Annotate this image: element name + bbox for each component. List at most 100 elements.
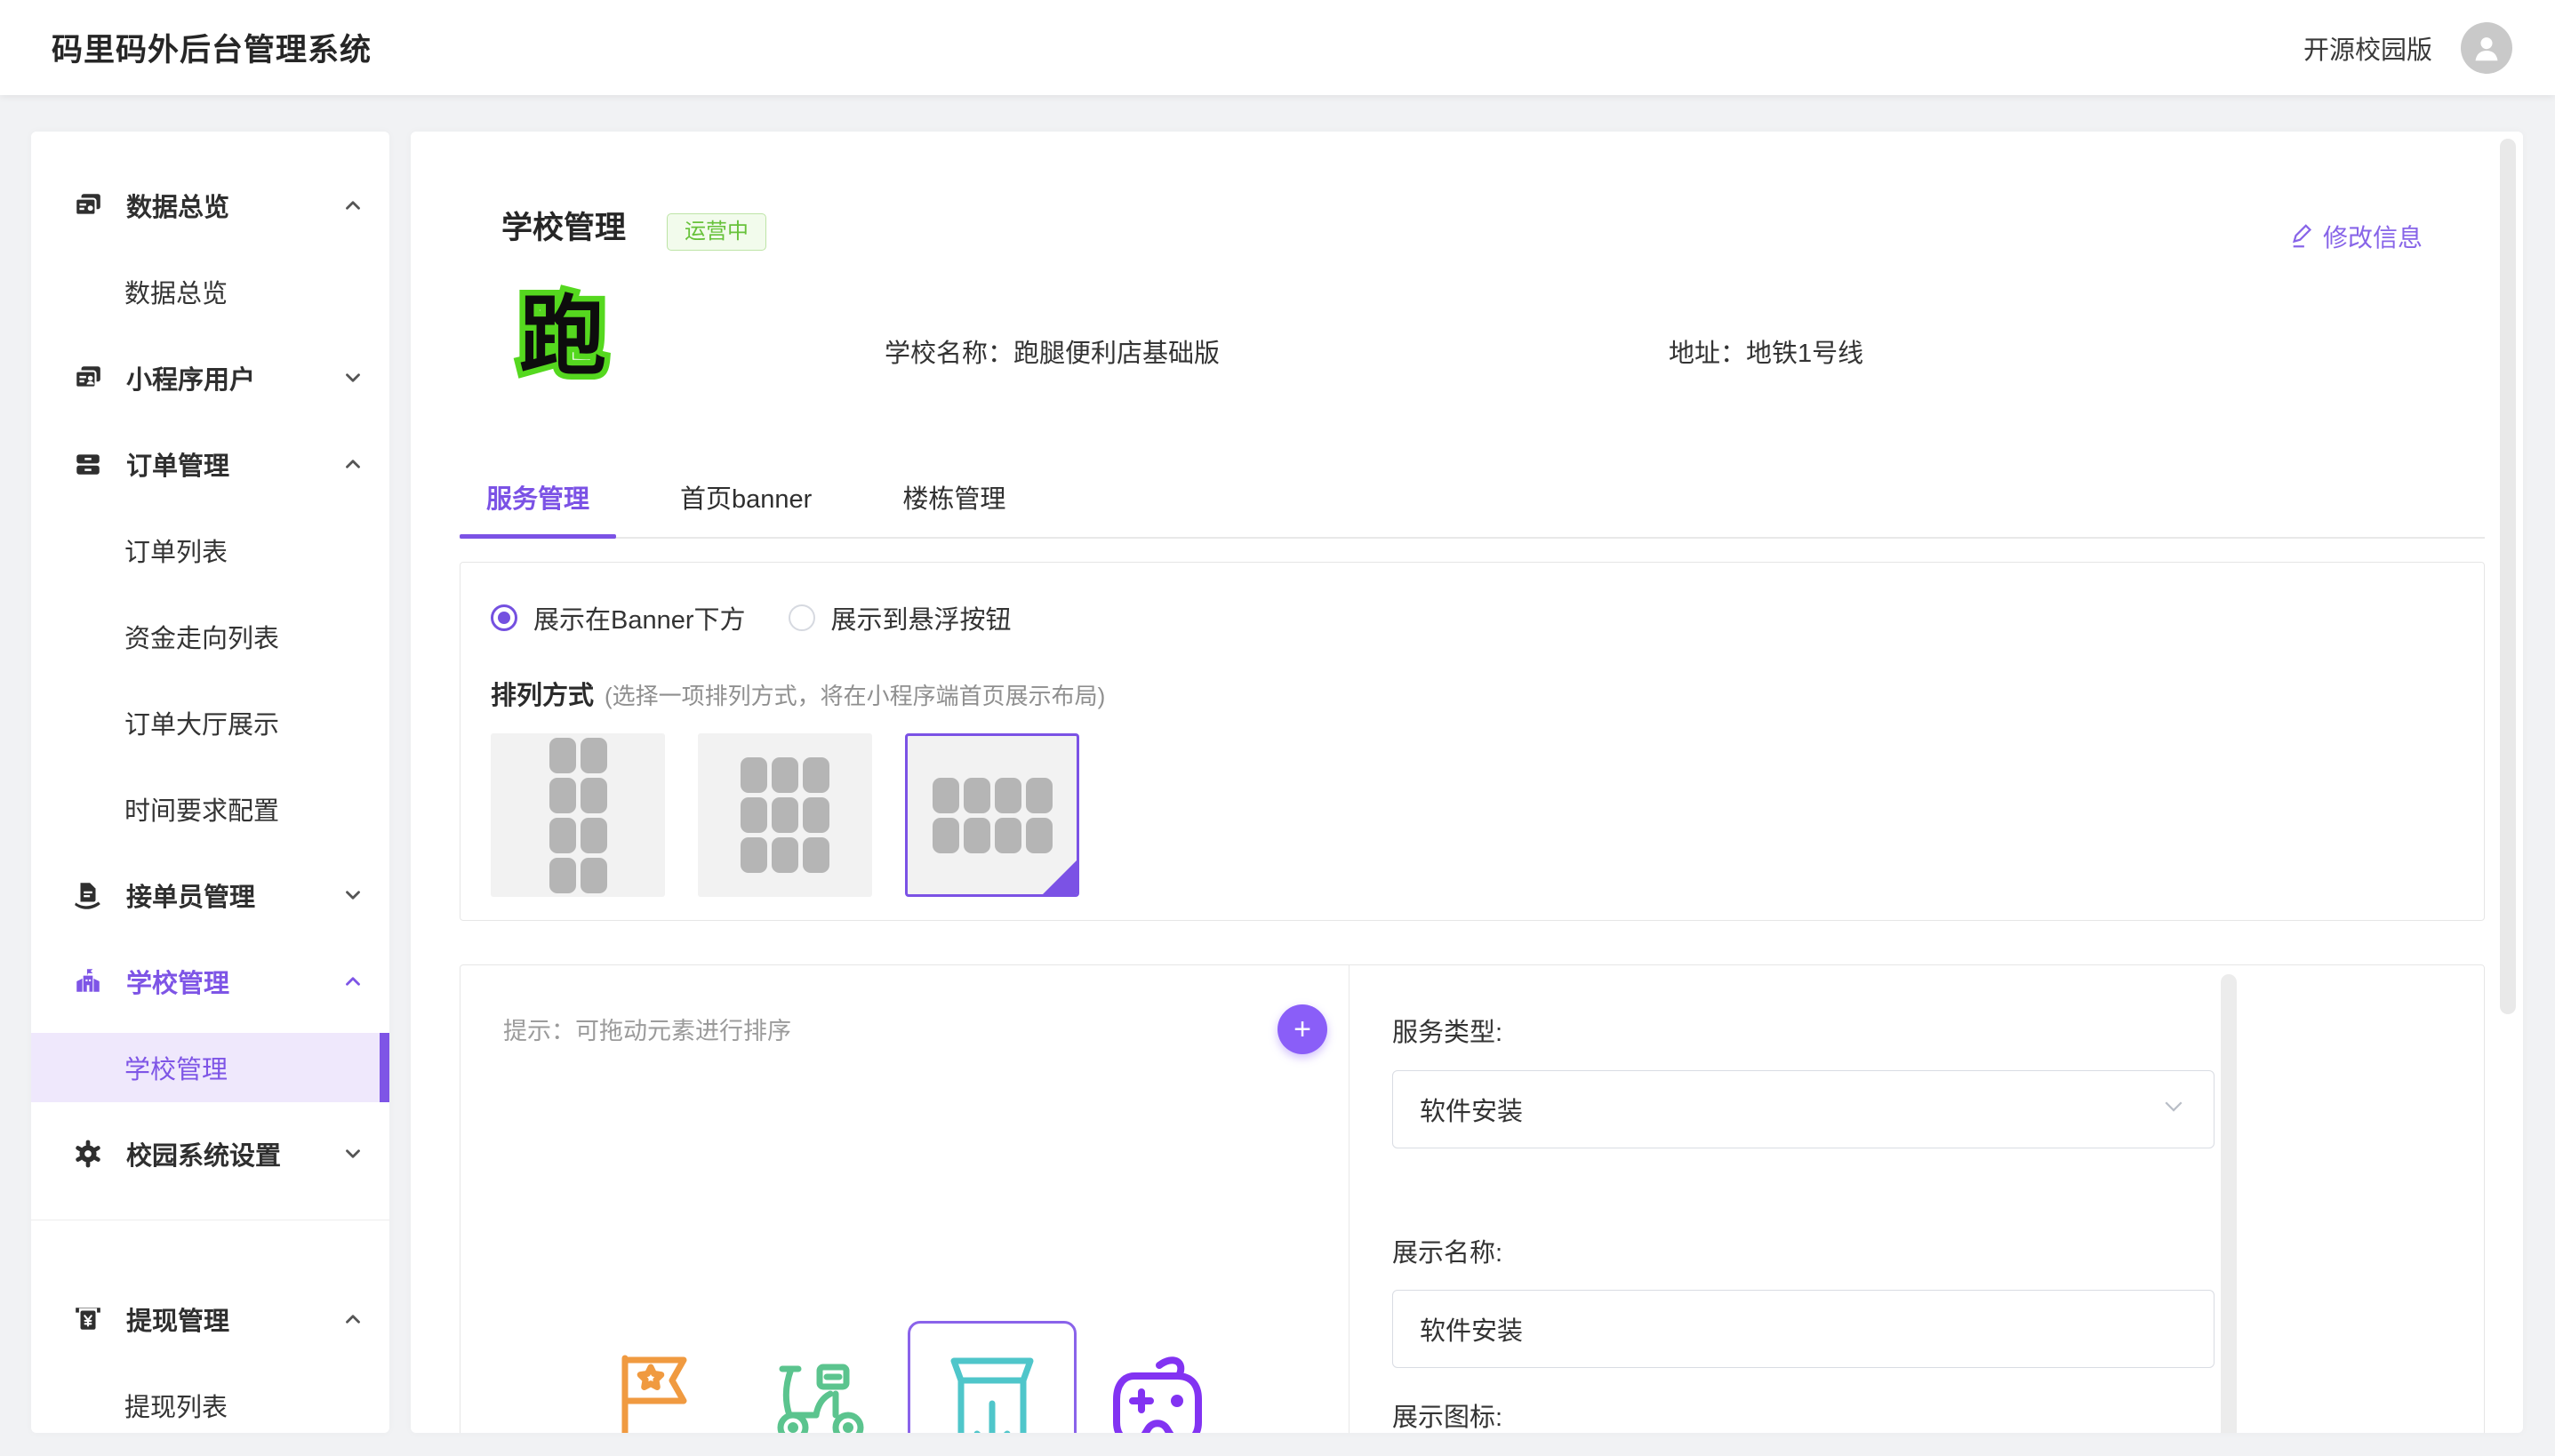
chevron-up-icon — [341, 970, 364, 993]
flag-icon[interactable] — [610, 1348, 699, 1433]
chevron-down-icon — [341, 366, 364, 389]
sidebar-subitem-label: 时间要求配置 — [124, 790, 279, 828]
app: 码里码外后台管理系统 开源校园版 数据总览数据总览小程序用户订单管理订单列表资金… — [0, 0, 2555, 1456]
withdrawal-icon — [73, 1304, 103, 1334]
sidebar-subitem-label: 订单列表 — [124, 532, 228, 569]
form-scrollbar[interactable] — [2221, 974, 2237, 1433]
sidebar-subitem-label: 提现列表 — [124, 1387, 228, 1424]
sidebar-subitem[interactable]: 订单大厅展示 — [31, 679, 389, 765]
sidebar-item-label: 校园系统设置 — [126, 1135, 281, 1172]
chevron-up-icon — [341, 194, 364, 217]
radio-label: 展示在Banner下方 — [533, 599, 746, 636]
sidebar-item[interactable]: 提现管理 — [31, 1276, 389, 1362]
edition-label: 开源校园版 — [2303, 29, 2432, 67]
sidebar-item-label: 学校管理 — [126, 963, 229, 1000]
order-management-icon — [73, 449, 103, 479]
service-editor-panel: 提示：可拖动元素进行排序 + 服务类型: 软件安装 展示名称: 软件安装 展示图… — [460, 964, 2485, 1433]
add-service-button[interactable]: + — [1278, 1004, 1327, 1054]
layout-2col[interactable] — [491, 733, 665, 897]
tab-item[interactable]: 楼栋管理 — [876, 478, 1032, 537]
display-name-input[interactable]: 软件安装 — [1392, 1290, 2215, 1368]
radio-option[interactable]: 展示到悬浮按钮 — [789, 599, 1012, 636]
data-overview-icon — [73, 190, 103, 220]
radio-unselected-icon[interactable] — [789, 604, 815, 631]
sidebar-item[interactable]: 小程序用户 — [31, 334, 389, 420]
sidebar-subitem[interactable]: 数据总览 — [31, 248, 389, 334]
sidebar-subitem[interactable]: 资金走向列表 — [31, 593, 389, 679]
software-install-icon-selected[interactable] — [908, 1321, 1077, 1433]
service-type-select[interactable]: 软件安装 — [1392, 1070, 2215, 1148]
sidebar-subitem-label: 学校管理 — [124, 1049, 228, 1086]
sidebar-item[interactable]: 校园系统设置 — [31, 1110, 389, 1196]
layout-preview-grid — [933, 778, 1053, 853]
software-install-icon — [940, 1347, 1045, 1433]
main-scrollbar[interactable] — [2500, 139, 2516, 1014]
chevron-up-icon — [341, 1308, 364, 1331]
layout-4col-selected[interactable] — [905, 733, 1079, 897]
edit-info-label: 修改信息 — [2323, 219, 2423, 254]
sidebar-item-label: 提现管理 — [126, 1300, 229, 1338]
display-position-radios: 展示在Banner下方 展示到悬浮按钮 — [491, 595, 2484, 641]
page-title: 学校管理 — [501, 203, 626, 248]
radio-label: 展示到悬浮按钮 — [831, 599, 1012, 636]
campus-settings-icon — [73, 1139, 103, 1169]
sidebar-subitem-label: 资金走向列表 — [124, 618, 279, 655]
chevron-down-icon — [341, 1142, 364, 1165]
layout-options — [491, 733, 2484, 897]
sidebar-item[interactable]: 学校管理 — [31, 938, 389, 1024]
user-avatar-icon — [2470, 31, 2503, 65]
radio-option[interactable]: 展示在Banner下方 — [491, 599, 746, 636]
user-avatar[interactable] — [2461, 22, 2512, 74]
courier-management-icon — [73, 880, 103, 910]
tab-bar: 服务管理首页banner 楼栋管理 — [460, 466, 2485, 539]
layout-preview-grid — [741, 757, 829, 873]
school-info-item: 学校名称：跑腿便利店基础版 — [885, 332, 1220, 370]
service-sort-panel: 提示：可拖动元素进行排序 + — [461, 965, 1350, 1433]
status-badge: 运营中 — [667, 213, 766, 251]
sidebar-item[interactable]: 数据总览 — [31, 162, 389, 248]
sidebar-item-label: 数据总览 — [126, 187, 229, 224]
school-management-icon — [73, 966, 103, 996]
pencil-icon — [2289, 223, 2316, 250]
service-form: 服务类型: 软件安装 展示名称: 软件安装 展示图标: — [1350, 965, 2484, 1433]
arrange-title: 排列方式 — [491, 675, 594, 712]
chevron-down-icon — [2160, 1092, 2187, 1126]
sidebar-item-label: 接单员管理 — [126, 876, 255, 914]
delivery-scooter-icon[interactable] — [770, 1360, 869, 1433]
header-right: 开源校园版 — [2303, 22, 2512, 74]
miniprogram-user-icon — [73, 363, 103, 393]
sidebar-item-label: 订单管理 — [126, 445, 229, 483]
drag-hint: 提示：可拖动元素进行排序 — [503, 1012, 791, 1046]
sidebar-item-label: 小程序用户 — [126, 359, 255, 396]
arrange-note: (选择一项排列方式，将在小程序端首页展示布局) — [605, 678, 1105, 711]
tab-item[interactable]: 首页banner — [653, 478, 838, 537]
sidebar-item[interactable]: 接单员管理 — [31, 852, 389, 938]
sidebar-item[interactable]: 订单管理 — [31, 420, 389, 507]
sidebar-subitem-label: 订单大厅展示 — [124, 704, 279, 741]
sidebar-subitem[interactable]: 学校管理 — [31, 1024, 389, 1110]
service-type-label: 服务类型: — [1392, 1012, 1502, 1049]
display-name-label: 展示名称: — [1392, 1232, 1502, 1269]
main-content: 学校管理 运营中 修改信息 跑 学校名称：跑腿便利店基础版地址：地铁1号线 服务… — [411, 132, 2523, 1433]
school-info-row: 学校名称：跑腿便利店基础版 地址：地铁1号线 — [411, 332, 2523, 368]
layout-preview-grid — [549, 738, 607, 893]
sidebar-subitem[interactable]: 时间要求配置 — [31, 765, 389, 852]
app-title: 码里码外后台管理系统 — [52, 25, 372, 70]
layout-3col[interactable] — [698, 733, 872, 897]
radio-selected-icon[interactable] — [491, 604, 517, 631]
tab-active[interactable]: 服务管理 — [460, 478, 616, 537]
sidebar-subitem[interactable]: 订单列表 — [31, 507, 389, 593]
sidebar: 数据总览数据总览小程序用户订单管理订单列表资金走向列表订单大厅展示时间要求配置接… — [31, 132, 389, 1433]
display-settings-panel: 展示在Banner下方 展示到悬浮按钮 排列方式 (选择一项排列方式，将在小程序端… — [460, 562, 2485, 921]
edit-info-link[interactable]: 修改信息 — [2289, 219, 2423, 254]
chevron-down-icon — [341, 884, 364, 907]
chevron-up-icon — [341, 452, 364, 476]
school-info-item: 地址：地铁1号线 — [1669, 332, 1863, 370]
display-icon-label: 展示图标: — [1392, 1396, 1502, 1433]
gamepad-icon[interactable] — [1108, 1346, 1204, 1433]
app-header: 码里码外后台管理系统 开源校园版 — [0, 0, 2555, 95]
sidebar-subitem-label: 数据总览 — [124, 273, 228, 310]
service-type-value: 软件安装 — [1420, 1091, 1523, 1128]
arrange-row: 排列方式 (选择一项排列方式，将在小程序端首页展示布局) — [491, 675, 2484, 712]
sidebar-subitem[interactable]: 提现列表 — [31, 1362, 389, 1433]
